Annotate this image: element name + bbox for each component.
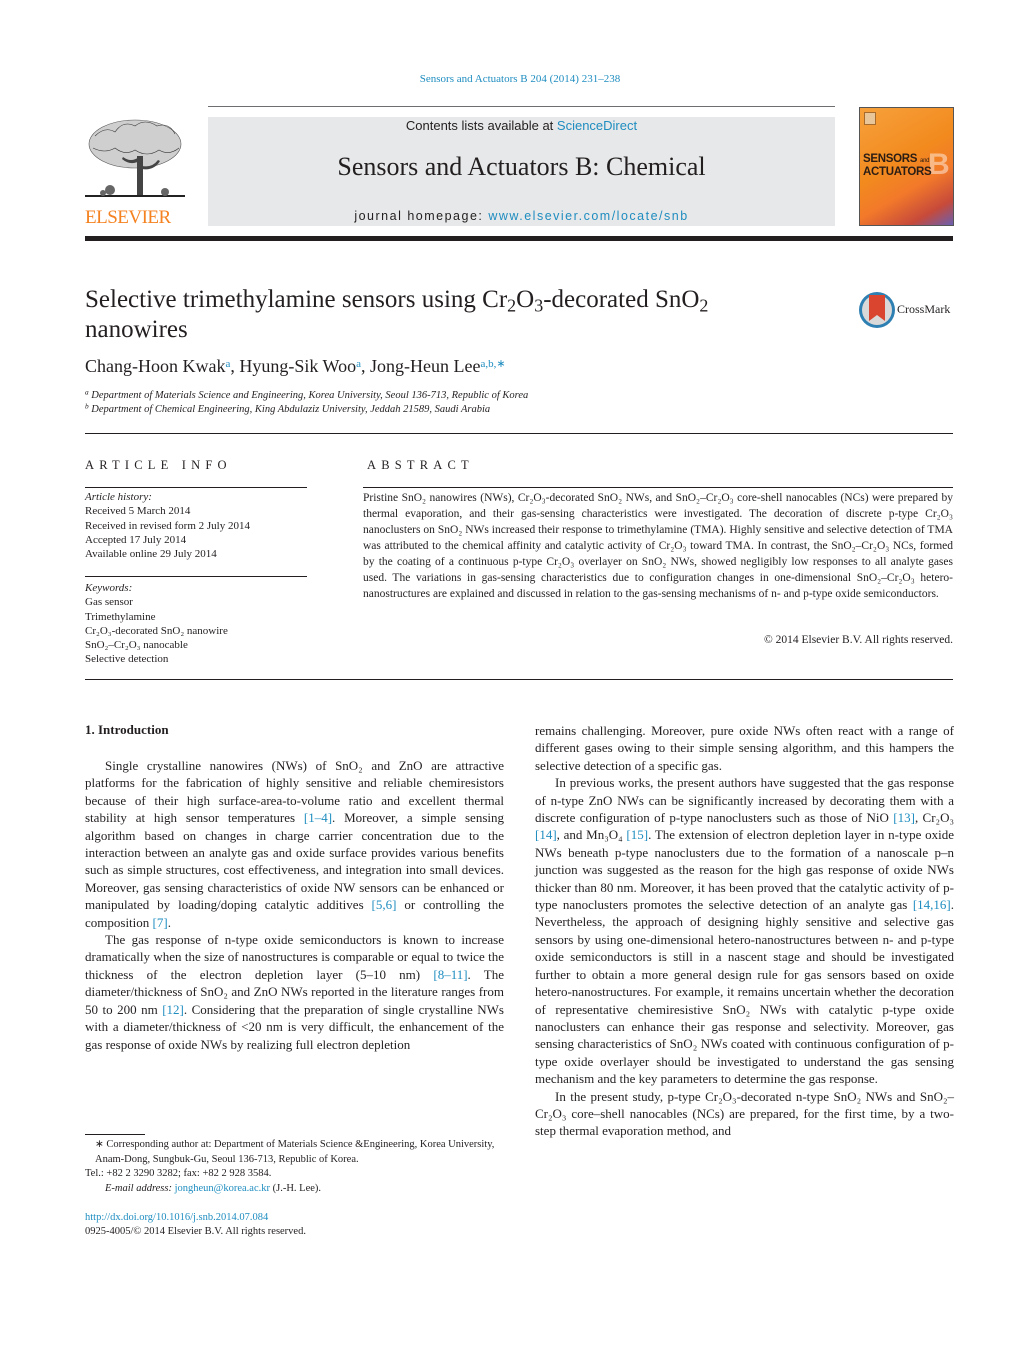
citation-link[interactable]: [14] <box>535 827 557 842</box>
citation-link[interactable]: [14,16] <box>913 897 951 912</box>
keyword-item: Trimethylamine <box>85 610 156 623</box>
email-suffix: (J.-H. Lee). <box>270 1182 322 1194</box>
citation-link[interactable]: [12] <box>162 1002 184 1017</box>
affiliation-letter: a <box>85 387 89 397</box>
abstract-body: Pristine SnO₂ nanowires (NWs), Cr₂O₃-dec… <box>363 492 953 600</box>
journal-title: Sensors and Actuators B: Chemical <box>337 152 706 181</box>
title-subscript: 3 <box>534 295 544 316</box>
citation-link[interactable]: [7] <box>153 915 168 930</box>
history-label: Article history: <box>85 491 152 503</box>
affiliation-mark[interactable]: a,b,∗ <box>480 358 505 370</box>
sciencedirect-link[interactable]: ScienceDirect <box>557 118 637 133</box>
body-paragraph: In previous works, the present authors h… <box>535 774 954 1087</box>
title-subscript: 2 <box>507 295 517 316</box>
body-column-left: Single crystalline nanowires (NWs) of Sn… <box>85 757 504 1053</box>
title-text: O <box>516 286 535 313</box>
divider <box>85 487 307 488</box>
keyword-item: Selective detection <box>85 653 169 666</box>
title-subscript: 2 <box>699 295 709 316</box>
author-list: Chang-Hoon Kwaka, Hyung-Sik Wooa, Jong-H… <box>85 356 506 376</box>
tree-icon <box>85 119 185 197</box>
affiliation-mark[interactable]: a <box>225 358 230 370</box>
keywords: Keywords: Gas sensor Trimethylamine Cr₂O… <box>85 581 228 667</box>
journal-homepage: journal homepage: www.elsevier.com/locat… <box>208 209 835 223</box>
contents-prefix: Contents lists available at <box>405 118 557 133</box>
affiliation-mark[interactable]: a <box>356 358 361 370</box>
citation-link[interactable]: [5,6] <box>372 897 397 912</box>
cover-title-line1: SENSORS and <box>863 153 929 165</box>
affiliation-text: Department of Chemical Engineering, King… <box>91 404 491 415</box>
doi-link[interactable]: http://dx.doi.org/10.1016/j.snb.2014.07.… <box>85 1212 268 1223</box>
body-column-right: remains challenging. Moreover, pure oxid… <box>535 722 954 1140</box>
citation-link[interactable]: [13] <box>893 810 915 825</box>
journal-citation-link[interactable]: Sensors and Actuators B 204 (2014) 231–2… <box>0 73 1020 85</box>
footnote-corresponding: ∗ Corresponding author at: Department of… <box>95 1139 495 1165</box>
paragraph-text: In the present study, p-type Cr₂O₃-decor… <box>535 1088 954 1139</box>
author-name[interactable]: Chang-Hoon Kwak <box>85 356 225 376</box>
footnote-email-line: E-mail address: jongheun@korea.ac.kr (J.… <box>85 1182 504 1197</box>
body-paragraph: Single crystalline nanowires (NWs) of Sn… <box>85 757 504 931</box>
contents-availability: Contents lists available at ScienceDirec… <box>208 118 835 133</box>
body-paragraph: remains challenging. Moreover, pure oxid… <box>535 722 954 774</box>
header-thick-rule <box>85 236 953 241</box>
corresponding-author-footnote: ∗ Corresponding author at: Department of… <box>85 1138 504 1196</box>
citation-link[interactable]: [1–4] <box>304 810 332 825</box>
affiliation-text: Department of Materials Science and Engi… <box>91 390 529 401</box>
paragraph-text: , and Mn₃O₄ <box>556 827 627 843</box>
citation-link[interactable]: [15] <box>626 827 648 842</box>
paragraph-text: . <box>167 914 171 930</box>
divider <box>363 487 953 488</box>
paragraph-text: . Nevertheless, the approach of designin… <box>535 897 954 1087</box>
abstract-heading: ABSTRACT <box>367 458 474 472</box>
history-item: Accepted 17 July 2014 <box>85 533 187 546</box>
title-text: nanowires <box>85 316 188 343</box>
author-name[interactable]: Hyung-Sik Woo <box>239 356 356 376</box>
article-history: Article history: Received 5 March 2014 R… <box>85 490 250 561</box>
email-link[interactable]: jongheun@korea.ac.kr <box>175 1183 270 1194</box>
divider <box>85 433 953 434</box>
author-name[interactable]: Jong-Heun Lee <box>370 356 480 376</box>
citation-link[interactable]: [8–11] <box>433 967 467 982</box>
homepage-prefix: journal homepage: <box>354 209 489 223</box>
footnote-phone: Tel.: +82 2 3290 3282; fax: +82 2 928 35… <box>85 1168 272 1179</box>
crossmark-icon <box>859 292 895 328</box>
header-top-rule <box>208 106 835 107</box>
divider <box>85 679 953 680</box>
history-item: Received 5 March 2014 <box>85 505 191 518</box>
crossmark-label[interactable]: CrossMark <box>897 302 950 317</box>
affiliation-b: b Department of Chemical Engineering, Ki… <box>85 401 491 415</box>
email-label: E-mail address: <box>105 1182 175 1194</box>
body-paragraph: In the present study, p-type Cr₂O₃-decor… <box>535 1088 954 1140</box>
divider <box>85 576 307 577</box>
keyword-item: SnO₂–Cr₂O₃ nanocable <box>85 639 188 652</box>
cover-title-line2: ACTUATORS <box>863 166 932 178</box>
body-paragraph: The gas response of n-type oxide semicon… <box>85 931 504 1053</box>
history-item: Received in revised form 2 July 2014 <box>85 519 250 532</box>
article-info-heading: ARTICLE INFO <box>85 458 232 472</box>
affiliation-letter: b <box>85 401 89 411</box>
paragraph-text: remains challenging. Moreover, pure oxid… <box>535 723 954 773</box>
footnote-rule <box>85 1134 145 1135</box>
journal-homepage-link[interactable]: www.elsevier.com/locate/snb <box>488 209 688 223</box>
affiliation-a: a Department of Materials Science and En… <box>85 387 529 401</box>
issn-copyright: 0925-4005/© 2014 Elsevier B.V. All right… <box>85 1226 306 1237</box>
article-title: Selective trimethylamine sensors using C… <box>85 285 805 345</box>
keywords-label: Keywords: <box>85 582 133 594</box>
cover-and: and <box>920 158 930 164</box>
title-text: -decorated SnO <box>543 286 700 313</box>
cover-title-word: SENSORS <box>863 153 918 165</box>
elsevier-wordmark: ELSEVIER <box>85 207 171 228</box>
abstract-copyright: © 2014 Elsevier B.V. All rights reserved… <box>764 634 953 646</box>
title-text: Selective trimethylamine sensors using C… <box>85 286 508 313</box>
keyword-item: Cr₂O₃-decorated SnO₂ nanowire <box>85 624 228 637</box>
section-heading-introduction: 1. Introduction <box>85 722 169 737</box>
keyword-item: Gas sensor <box>85 596 133 609</box>
history-item: Available online 29 July 2014 <box>85 548 217 561</box>
journal-cover-image[interactable]: B SENSORS and ACTUATORS <box>859 107 954 226</box>
cover-publisher-icon <box>864 112 876 125</box>
paragraph-text: In previous works, the present authors h… <box>535 775 954 826</box>
paragraph-text: , Cr₂O₃ <box>914 810 955 826</box>
